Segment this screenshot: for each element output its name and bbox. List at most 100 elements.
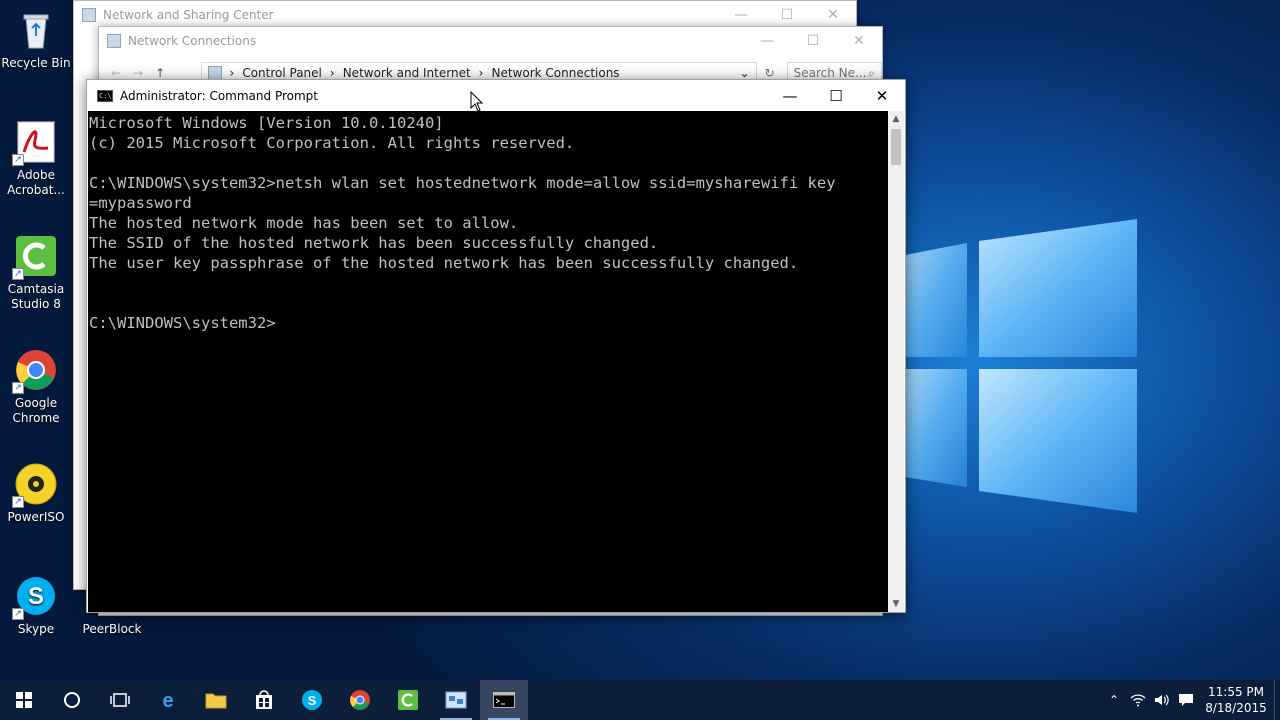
svg-text:S: S [308,693,317,708]
desktop-icon-recycle-bin[interactable]: Recycle Bin [0,8,72,71]
chevron-right-icon: › [329,66,335,80]
svg-text:e: e [162,690,173,711]
taskbar-skype[interactable]: S [288,680,336,720]
windows-start-icon [16,692,32,708]
edge-icon: e [162,690,173,711]
up-arrow-icon[interactable]: ↑ [155,66,165,80]
desktop-icon-adobe-acrobat[interactable]: ↗ Adobe Acrobat... [0,120,72,198]
desktop-icon-label: PeerBlock [82,622,142,636]
desktop-icon-poweriso[interactable]: ↗ PowerISO [0,462,72,525]
taskbar: e S ⌃ 11:55 PM 8/18/2015 [0,680,1280,720]
console-line: The SSID of the hosted network has been … [89,234,659,252]
forward-arrow-icon[interactable]: → [133,66,143,80]
desktop-icon-skype[interactable]: S ↗ Skype [0,574,72,637]
windows-wallpaper-logo [905,219,1137,513]
skype-icon: S [302,690,322,710]
control-panel-icon [82,8,96,22]
maximize-button[interactable]: ☐ [813,80,859,111]
desktop-icon-label: Camtasia Studio 8 [7,282,65,311]
minimize-button[interactable]: — [718,1,764,29]
network-window-icon [445,691,467,709]
show-desktop-button[interactable] [1274,680,1280,720]
adobe-acrobat-icon: ↗ [12,120,58,166]
close-button[interactable]: ✕ [836,27,882,55]
console-line: =mypassword [89,194,192,212]
task-view-icon [110,693,130,707]
shortcut-arrow-icon: ↗ [12,496,24,508]
console-line: Microsoft Windows [Version 10.0.10240] [89,114,444,132]
shortcut-arrow-icon: ↗ [12,268,24,280]
wifi-icon[interactable] [1126,693,1150,707]
desktop-icon-camtasia[interactable]: ↗ Camtasia Studio 8 [0,234,72,312]
window-title: Network and Sharing Center [103,8,274,22]
window-title: Network Connections [128,34,257,48]
clock-date: 8/18/2015 [1205,701,1267,715]
skype-icon: S ↗ [12,574,58,620]
shortcut-arrow-icon: ↗ [12,154,24,166]
clock-time: 11:55 PM [1208,685,1264,699]
taskbar-edge[interactable]: e [144,680,192,720]
cortana-search-button[interactable] [48,680,96,720]
refresh-icon[interactable]: ↻ [765,66,775,80]
chrome-icon: ↗ [12,348,58,394]
console-line: C:\WINDOWS\system32>netsh wlan set hoste… [89,174,836,192]
vertical-scrollbar[interactable]: ▲ ▼ [888,111,904,612]
taskbar-camtasia[interactable] [384,680,432,720]
desktop-icon-label: Recycle Bin [1,56,71,70]
recycle-bin-icon [14,8,58,52]
close-button[interactable]: ✕ [859,80,905,111]
taskbar-network-connections[interactable] [432,680,480,720]
minimize-button[interactable]: — [744,27,790,55]
desktop-icon-label: Adobe Acrobat... [7,168,65,197]
breadcrumb-item[interactable]: Network Connections [491,66,619,80]
maximize-button[interactable]: ☐ [790,27,836,55]
system-tray: ⌃ 11:55 PM 8/18/2015 [1102,680,1280,720]
desktop-icon-peerblock[interactable]: PeerBlock [76,622,148,637]
scroll-up-arrow-icon[interactable]: ▲ [888,111,904,127]
maximize-button[interactable]: ☐ [764,1,810,29]
minimize-button[interactable]: — [767,80,813,111]
mouse-cursor-icon [470,91,484,112]
camtasia-icon: ↗ [12,234,58,280]
command-prompt-window[interactable]: C:\ Administrator: Command Prompt — ☐ ✕ … [86,79,906,613]
poweriso-icon: ↗ [12,462,58,508]
command-prompt-icon: C:\ [97,89,113,102]
start-button[interactable] [0,680,48,720]
network-connections-icon [107,34,121,48]
clock[interactable]: 11:55 PM 8/18/2015 [1198,684,1274,716]
cortana-circle-icon [64,692,80,708]
scroll-down-arrow-icon[interactable]: ▼ [888,596,904,612]
scrollbar-thumb[interactable] [891,129,901,165]
taskbar-store[interactable] [240,680,288,720]
shortcut-arrow-icon: ↗ [12,382,24,394]
breadcrumb-item[interactable]: Control Panel [242,66,322,80]
console-line: C:\WINDOWS\system32> [89,314,276,332]
close-button[interactable]: ✕ [810,1,856,29]
folder-icon [205,693,227,709]
command-prompt-icon [493,692,515,708]
taskbar-file-explorer[interactable] [192,680,240,720]
desktop-icon-label: PowerISO [7,510,65,524]
taskbar-chrome[interactable] [336,680,384,720]
action-center-icon[interactable] [1174,693,1198,707]
task-view-button[interactable] [96,680,144,720]
shortcut-arrow-icon: ↗ [12,608,24,620]
console-line: The hosted network mode has been set to … [89,214,519,232]
taskbar-command-prompt[interactable] [480,680,528,720]
chevron-up-icon[interactable]: ⌃ [1102,693,1126,707]
desktop-icon-google-chrome[interactable]: ↗ Google Chrome [0,348,72,426]
svg-text:S: S [28,583,44,610]
chevron-right-icon: › [478,66,484,80]
back-arrow-icon[interactable]: ← [111,66,121,80]
breadcrumb-item[interactable]: Network and Internet [343,66,471,80]
volume-icon[interactable] [1150,693,1174,707]
chevron-down-icon[interactable]: ⌄ [739,66,749,80]
desktop-icon-label: Google Chrome [12,396,60,425]
console-output[interactable]: Microsoft Windows [Version 10.0.10240] (c… [88,111,889,612]
control-panel-icon [207,66,222,80]
console-line: The user key passphrase of the hosted ne… [89,254,799,272]
window-title: Administrator: Command Prompt [120,88,318,103]
